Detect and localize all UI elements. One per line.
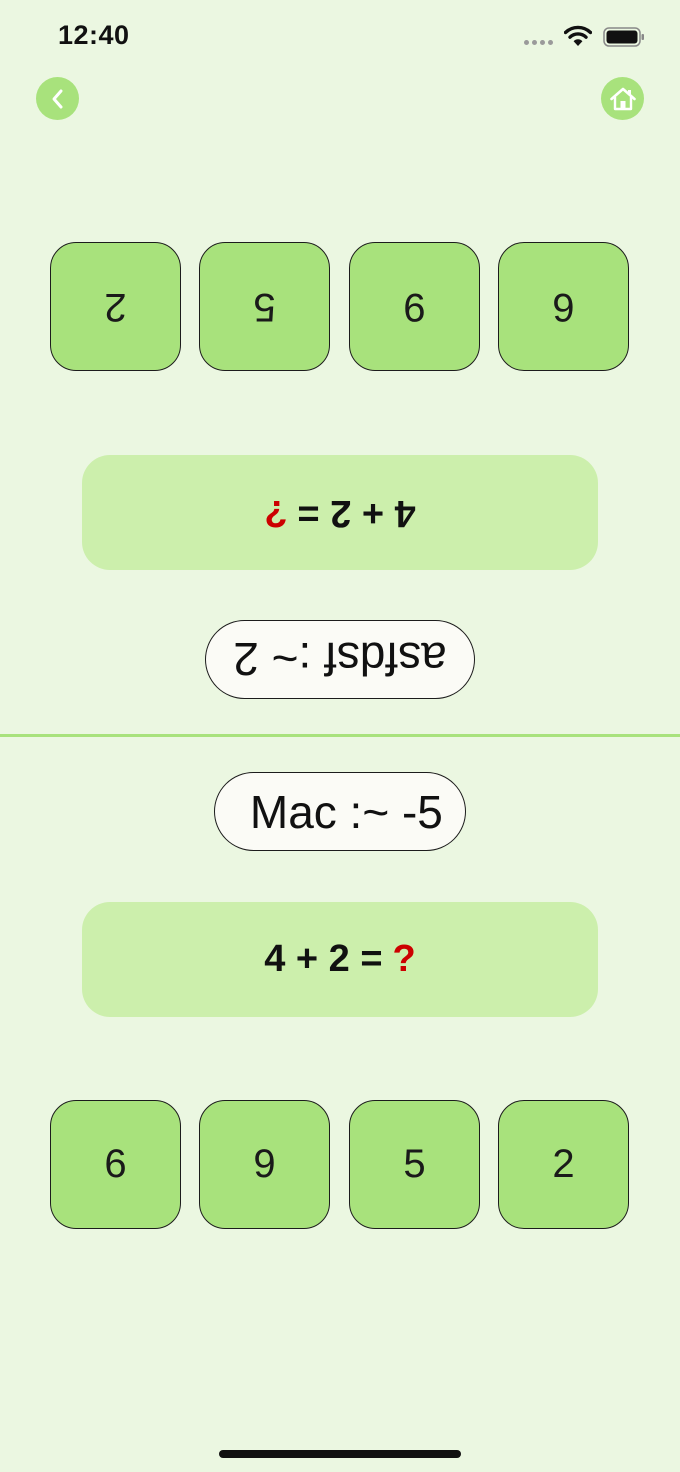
wifi-icon: [564, 25, 592, 46]
top-answer-option[interactable]: 6: [498, 242, 629, 371]
house-icon: [609, 87, 636, 110]
status-bar: 12:40: [0, 0, 680, 74]
top-question-expression: 4 + 2 =: [297, 492, 416, 534]
home-button[interactable]: [601, 77, 644, 120]
top-answer-option[interactable]: 5: [199, 242, 330, 371]
signal-dots-icon: [524, 40, 554, 46]
status-time: 12:40: [58, 20, 130, 50]
top-question-box: 4 + 2 = ?: [82, 455, 598, 570]
bottom-answer-option[interactable]: 6: [50, 1100, 181, 1229]
top-answer-option[interactable]: 2: [50, 242, 181, 371]
top-answer-option[interactable]: 9: [349, 242, 480, 371]
bottom-answer-option[interactable]: 5: [349, 1100, 480, 1229]
bottom-question-unknown: ?: [392, 938, 416, 980]
back-button[interactable]: [36, 77, 79, 120]
chevron-left-icon: [52, 89, 62, 108]
top-player-score: asfdsf :~ 2: [205, 620, 475, 699]
home-indicator[interactable]: [219, 1450, 461, 1458]
top-question-unknown: ?: [264, 492, 288, 534]
bottom-question-expression: 4 + 2 =: [264, 938, 383, 980]
bottom-answer-option[interactable]: 9: [199, 1100, 330, 1229]
player-divider: [0, 734, 680, 737]
bottom-player-score: Mac :~ -5: [214, 772, 466, 851]
bottom-question-box: 4 + 2 = ?: [82, 902, 598, 1017]
battery-icon: [603, 27, 644, 47]
bottom-answer-option[interactable]: 2: [498, 1100, 629, 1229]
